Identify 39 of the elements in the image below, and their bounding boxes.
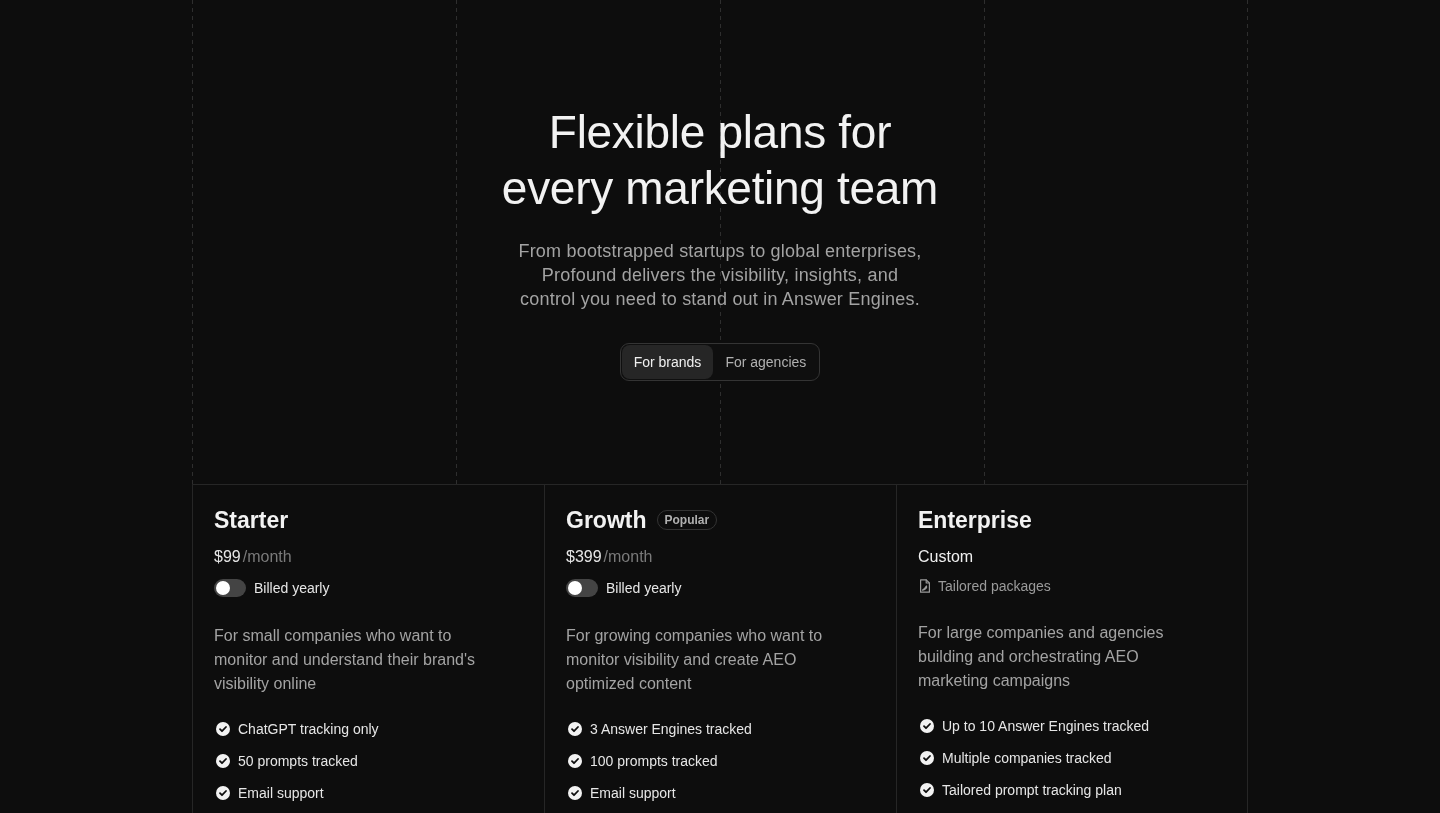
- check-circle-icon: [920, 751, 934, 765]
- billing-label: Billed yearly: [606, 579, 682, 598]
- check-circle-icon: [568, 754, 582, 768]
- plan-name: Starter: [214, 506, 289, 534]
- audience-tab[interactable]: For brands: [621, 345, 714, 379]
- check-circle-icon: [216, 786, 230, 800]
- plan-name: Enterprise: [918, 506, 1032, 534]
- feature-text: 100 prompts tracked: [590, 752, 718, 771]
- billing-switch[interactable]: [566, 579, 598, 597]
- plan-description: For large companies and agencies building and orchestrating AEO marketing campaigns: [918, 623, 1165, 691]
- price-period: /month: [242, 547, 292, 567]
- plan-name: Growth: [566, 506, 647, 534]
- check-circle-icon: [920, 783, 934, 797]
- check-circle-icon: [568, 786, 582, 800]
- feature-text: 50 prompts tracked: [238, 752, 358, 771]
- check-circle-icon: [568, 722, 582, 736]
- page-heading: Flexible plans for every marketing team: [501, 105, 939, 216]
- feature-text: Multiple companies tracked: [942, 749, 1112, 768]
- check-circle-icon: [216, 754, 230, 768]
- price-period: /month: [603, 547, 653, 567]
- billing-switch[interactable]: [214, 579, 246, 597]
- plan-description: For growing companies who want to monitor visibility and create AEO optimized content: [566, 626, 824, 694]
- audience-tab[interactable]: For agencies: [713, 345, 819, 379]
- plan-note: Tailored packages: [938, 577, 1051, 595]
- plan-price: $399: [566, 547, 602, 567]
- plan-price: Custom: [918, 547, 974, 567]
- feature-text: Email support: [238, 784, 324, 803]
- feature-text: 3 Answer Engines tracked: [590, 720, 752, 739]
- feature-text: ChatGPT tracking only: [238, 720, 379, 739]
- plan-description: For small companies who want to monitor and understand their brand's visibility online: [214, 626, 476, 694]
- check-circle-icon: [920, 719, 934, 733]
- feature-text: Tailored prompt tracking plan: [942, 781, 1122, 800]
- feature-text: Email support: [590, 784, 676, 803]
- document-icon: [918, 579, 932, 593]
- billing-label: Billed yearly: [254, 579, 330, 598]
- check-circle-icon: [216, 722, 230, 736]
- page-subtitle: From bootstrapped startups to global enterprises, Profound delivers the visibility, insights, and control you need to stand out in Answer Engines.: [518, 240, 922, 311]
- feature-text: Up to 10 Answer Engines tracked: [942, 717, 1149, 736]
- plan-price: $99: [214, 547, 241, 567]
